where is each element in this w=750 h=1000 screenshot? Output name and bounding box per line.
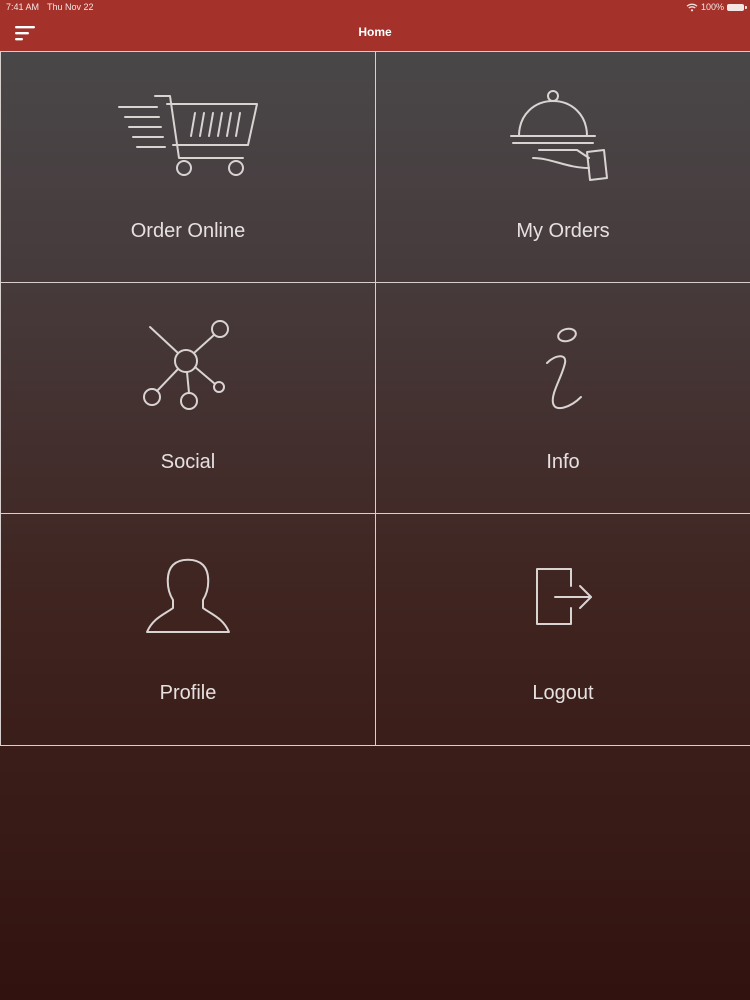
status-bar: 7:41 AM Thu Nov 22 100% xyxy=(0,0,750,14)
wifi-icon xyxy=(686,3,698,11)
profile-label: Profile xyxy=(159,682,217,704)
order-online-tile[interactable]: Order Online xyxy=(0,51,376,283)
info-tile[interactable]: Info xyxy=(375,282,750,514)
status-date: Thu Nov 22 xyxy=(47,2,94,12)
my-orders-label: My Orders xyxy=(516,220,610,242)
user-profile-icon xyxy=(146,558,230,633)
info-label: Info xyxy=(546,451,580,473)
logout-label: Logout xyxy=(532,682,594,704)
status-time: 7:41 AM xyxy=(6,2,40,12)
logout-icon xyxy=(536,568,592,625)
shopping-cart-icon xyxy=(118,95,258,176)
my-orders-tile[interactable]: My Orders xyxy=(375,51,750,283)
logout-tile[interactable]: Logout xyxy=(375,513,750,746)
info-icon xyxy=(546,327,582,410)
home-menu-grid: Order Online My Orders Social Info Profi… xyxy=(0,51,750,746)
page-title: Home xyxy=(358,25,392,39)
social-label: Social xyxy=(160,451,216,473)
order-online-label: Order Online xyxy=(130,220,246,242)
network-icon xyxy=(143,320,229,410)
profile-tile[interactable]: Profile xyxy=(0,513,376,746)
serving-cloche-icon xyxy=(510,90,608,181)
navigation-bar: Home xyxy=(0,14,750,51)
battery-icon xyxy=(727,3,747,11)
battery-percent: 100% xyxy=(700,2,724,12)
social-tile[interactable]: Social xyxy=(0,282,376,514)
